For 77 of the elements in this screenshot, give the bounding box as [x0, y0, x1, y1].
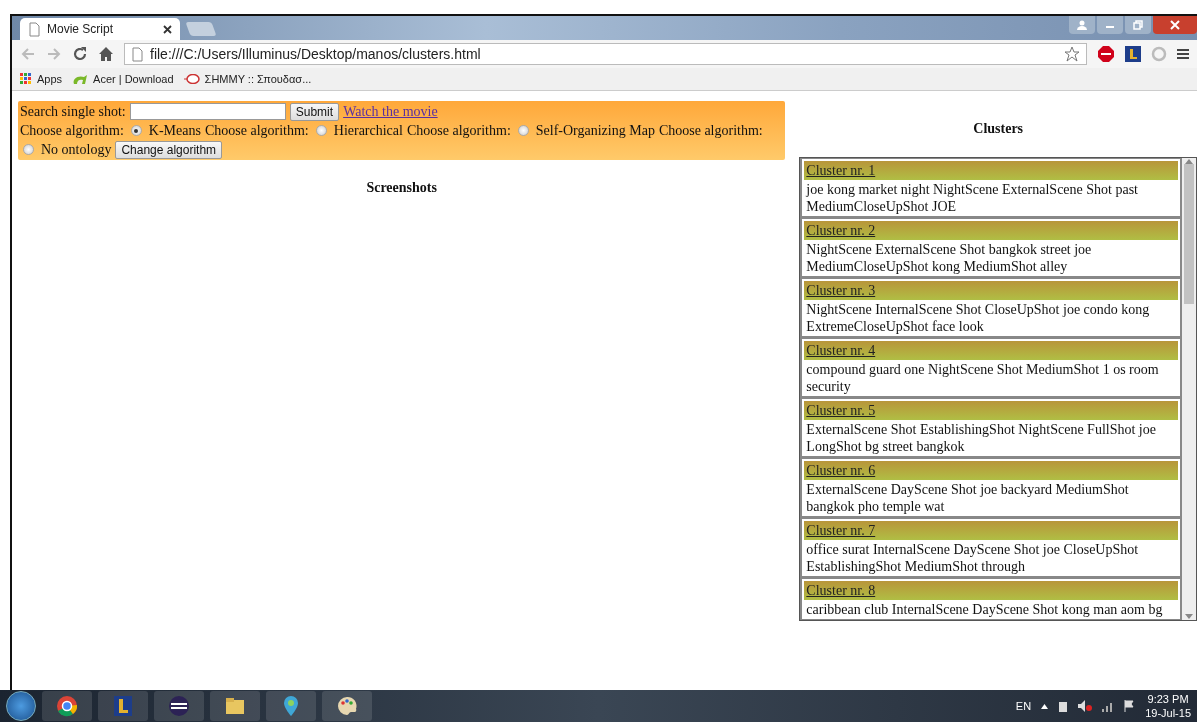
radio-prompt: Choose algorithm:	[406, 122, 511, 140]
swoosh-icon	[72, 73, 89, 85]
page-icon	[28, 21, 41, 37]
l-logo-icon[interactable]	[1125, 46, 1141, 62]
eclipse-icon	[168, 695, 190, 717]
stop-sign-icon[interactable]	[1097, 45, 1115, 63]
cluster-terms: ExternalScene Shot EstablishingShot NightScene FullShot joe LongShot bg street bangkok	[805, 421, 1157, 456]
radio-label: No ontology	[41, 141, 112, 159]
change-algorithm-button[interactable]: Change algorithm	[115, 140, 223, 159]
radio-button[interactable]	[23, 144, 34, 155]
bookmark[interactable]: ΣΗΜΜΥ :: Σπουδασ...	[183, 73, 312, 85]
page-icon	[131, 46, 144, 62]
search-field[interactable]	[129, 103, 286, 120]
l-logo-icon	[112, 695, 134, 717]
apps-grid-icon	[20, 73, 32, 85]
folder-icon	[224, 695, 246, 717]
chrome-icon	[56, 695, 78, 717]
radio-prompt: Choose algorithm:	[204, 122, 309, 140]
home-icon[interactable]	[98, 46, 114, 62]
cluster-link[interactable]: Cluster nr. 6	[806, 463, 876, 478]
close-icon[interactable]	[163, 24, 172, 34]
section-title: Screenshots	[365, 180, 438, 196]
taskbar-app[interactable]	[154, 691, 204, 721]
cluster-link[interactable]: Cluster nr. 1	[806, 163, 876, 178]
taskbar-app[interactable]	[42, 691, 92, 721]
radio-button[interactable]	[315, 125, 327, 136]
browser-tab[interactable]: Movie Script	[20, 18, 180, 40]
cluster-link[interactable]: Cluster nr. 2	[806, 223, 876, 238]
cluster-link[interactable]: Cluster nr. 7	[806, 523, 876, 538]
movie-link[interactable]: Watch the movie	[343, 102, 438, 121]
cluster-terms: caribbean club InternalScene DayScene Shot kong man aom bg	[805, 601, 1164, 619]
bookmark[interactable]: Apps	[20, 73, 63, 85]
cluster-link[interactable]: Cluster nr. 8	[806, 583, 876, 598]
close-icon	[1170, 20, 1180, 30]
star-icon[interactable]	[1064, 46, 1080, 62]
start-button[interactable]	[6, 691, 36, 721]
cluster-terms: compound guard one NightScene Shot MediumShot 1 os room security	[805, 361, 1160, 396]
scroll-down-icon[interactable]	[1185, 614, 1193, 620]
cluster-link[interactable]: Cluster nr. 4	[806, 343, 876, 358]
cluster-terms: NightScene ExternalScene Shot bangkok street joe MediumCloseUpShot kong MediumShot alley	[805, 241, 1093, 276]
radio-button[interactable]	[517, 125, 529, 136]
device-icon[interactable]	[1058, 700, 1069, 712]
menu-icon[interactable]	[1177, 48, 1189, 60]
clock-time: 9:23 PM	[1147, 692, 1189, 706]
speaker-muted-icon[interactable]	[1078, 700, 1093, 712]
caret-icon[interactable]	[1041, 703, 1049, 709]
cluster-terms: office surat InternalScene DayScene Shot joe CloseUpShot EstablishingShot MediumShot through	[805, 541, 1140, 576]
scrollbar[interactable]	[1182, 158, 1196, 620]
radio-prompt: Choose algorithm:	[20, 122, 124, 140]
radio-label: Self-Organizing Map	[535, 122, 655, 140]
scroll-thumb[interactable]	[1184, 164, 1194, 304]
flag-icon[interactable]	[1124, 700, 1136, 712]
close-button[interactable]	[1153, 16, 1197, 34]
cluster-terms: ExternalScene DayScene Shot joe backyard MediumShot bangkok pho temple wat	[805, 481, 1130, 516]
palette-icon	[336, 695, 358, 717]
taskbar-app[interactable]	[322, 691, 372, 721]
field-label: Search single shot:	[20, 103, 126, 121]
oval-logo-icon	[183, 74, 200, 84]
reload-icon[interactable]	[72, 46, 88, 62]
submit-button[interactable]: Submit	[289, 102, 340, 121]
section-title: Clusters	[972, 121, 1025, 137]
cluster-terms: NightScene InternalScene Shot CloseUpShot joe condo kong ExtremeCloseUpShot face look	[805, 301, 1151, 336]
person-icon	[1077, 20, 1087, 30]
cluster-terms: joe kong market night NightScene ExternalScene Shot past MediumCloseUpShot JOE	[805, 181, 1139, 216]
radio-button[interactable]	[130, 125, 142, 136]
restore-icon	[1133, 20, 1143, 30]
radio-prompt: Choose algorithm:	[658, 122, 763, 140]
address-bar[interactable]: file:///C:/Users/Illuminus/Desktop/manos/clusters.html	[124, 43, 1087, 65]
radio-label: Hierarchical	[333, 122, 403, 140]
language-indicator[interactable]: EN	[1015, 700, 1032, 712]
bookmark[interactable]: Acer | Download	[72, 73, 174, 85]
clock-date: 19-Jul-15	[1145, 706, 1191, 720]
radio-label: K-Means	[148, 122, 201, 140]
clock[interactable]: 9:23 PM 19-Jul-15	[1145, 692, 1191, 720]
cluster-link[interactable]: Cluster nr. 3	[806, 283, 876, 298]
cluster-link[interactable]: Cluster nr. 5	[806, 403, 876, 418]
signal-bars-icon[interactable]	[1102, 700, 1115, 712]
